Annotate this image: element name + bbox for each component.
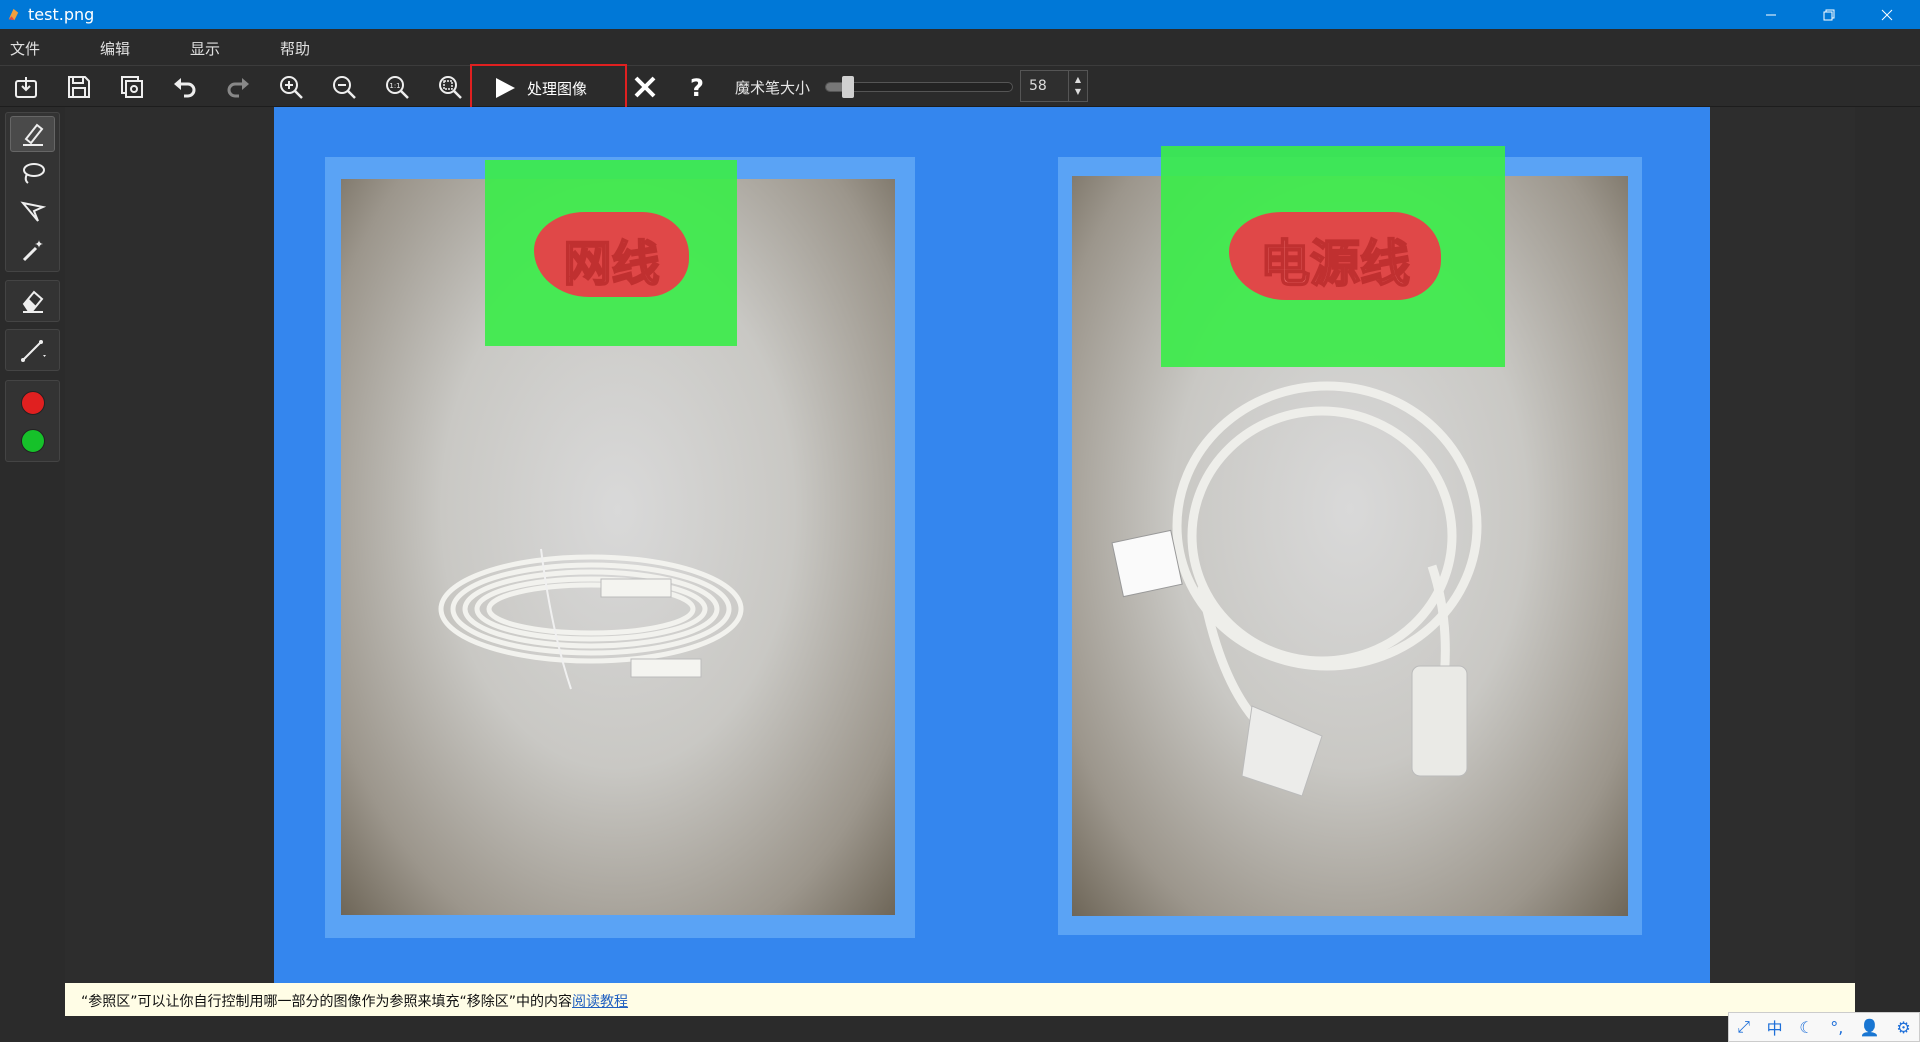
polygon-lasso-icon bbox=[19, 201, 46, 222]
zoom-fit-icon bbox=[439, 76, 462, 99]
power-cable bbox=[1111, 381, 1482, 797]
right-label: 电源线 bbox=[1259, 234, 1411, 294]
network-cable bbox=[438, 548, 744, 690]
spin-arrows[interactable]: ▲ ▼ bbox=[1068, 71, 1087, 101]
image-canvas[interactable]: 网线 电源线 bbox=[274, 107, 1710, 983]
process-image-label: 处理图像 bbox=[527, 79, 588, 98]
left-remove-area[interactable]: 网线 bbox=[534, 212, 689, 297]
menu-edit[interactable]: 编辑 bbox=[100, 38, 130, 59]
close-x-icon bbox=[634, 76, 656, 98]
redo-button[interactable] bbox=[221, 70, 255, 104]
lasso-tool[interactable] bbox=[10, 155, 55, 191]
line-group bbox=[5, 329, 60, 371]
eraser-tool[interactable] bbox=[10, 283, 55, 319]
svg-text:?: ? bbox=[690, 74, 704, 100]
process-image-button[interactable]: 处理图像 bbox=[470, 64, 627, 112]
ime-mode[interactable]: 中 bbox=[1767, 1015, 1783, 1039]
menu-file[interactable]: 文件 bbox=[10, 38, 40, 59]
cancel-button[interactable] bbox=[627, 70, 663, 104]
polygon-tool[interactable] bbox=[10, 194, 55, 230]
settings-icon[interactable]: ⚙ bbox=[1896, 1018, 1910, 1037]
help-button[interactable]: ? bbox=[680, 70, 714, 104]
magic-wand-tool[interactable]: ✦ bbox=[10, 233, 55, 269]
restore-icon bbox=[1823, 9, 1835, 20]
app-icon bbox=[8, 8, 19, 21]
zoom-actual-button[interactable]: 1:1 bbox=[380, 70, 414, 104]
bottom-strip bbox=[0, 1016, 1920, 1042]
window-title: test.png bbox=[28, 5, 95, 24]
line-tool[interactable] bbox=[10, 332, 55, 368]
color-group bbox=[5, 380, 60, 462]
eraser-group bbox=[5, 280, 60, 322]
moon-icon[interactable]: ☾ bbox=[1799, 1018, 1813, 1037]
play-icon bbox=[496, 78, 515, 98]
lasso-icon bbox=[22, 163, 45, 184]
brush-tool[interactable] bbox=[10, 116, 55, 152]
close-icon bbox=[1881, 9, 1893, 20]
title-bar: test.png bbox=[0, 0, 1920, 29]
menu-view[interactable]: 显示 bbox=[190, 38, 220, 59]
zoom-out-button[interactable] bbox=[327, 70, 361, 104]
minimize-button[interactable] bbox=[1742, 0, 1800, 29]
right-remove-area[interactable]: 电源线 bbox=[1229, 212, 1441, 300]
magic-wand-icon: ✦ bbox=[22, 238, 43, 262]
open-icon bbox=[15, 77, 37, 98]
zoom-out-icon bbox=[333, 76, 356, 99]
punctuation-icon[interactable]: °, bbox=[1830, 1018, 1843, 1037]
user-icon[interactable]: 👤 bbox=[1860, 1018, 1880, 1037]
ime-switch-icon[interactable]: ⤢ bbox=[1737, 1017, 1750, 1037]
svg-text:✦: ✦ bbox=[34, 238, 43, 251]
close-window-button[interactable] bbox=[1858, 0, 1916, 29]
red-dot-icon bbox=[20, 391, 45, 415]
hint-bar: “参照区”可以让你自行控制用哪一部分的图像作为参照来填充“移除区”中的内容阅读教… bbox=[65, 983, 1855, 1016]
zoom-in-icon bbox=[280, 76, 303, 99]
undo-icon bbox=[174, 78, 196, 98]
remove-area-color[interactable] bbox=[10, 385, 55, 421]
copy-icon bbox=[121, 76, 143, 98]
brush-size-slider-thumb[interactable] bbox=[842, 76, 854, 98]
green-dot-icon bbox=[20, 429, 45, 453]
undo-button[interactable] bbox=[168, 70, 202, 104]
svg-text:1:1: 1:1 bbox=[389, 82, 400, 90]
tool-panel: ✦ bbox=[5, 112, 60, 462]
open-button[interactable] bbox=[9, 70, 43, 104]
menu-bar: 文件 编辑 显示 帮助 bbox=[0, 29, 1920, 66]
zoom-actual-icon: 1:1 bbox=[386, 76, 409, 99]
minimize-icon bbox=[1766, 14, 1776, 15]
marker-pen-icon bbox=[22, 123, 43, 146]
redo-icon bbox=[227, 78, 249, 98]
tutorial-link[interactable]: 阅读教程 bbox=[572, 994, 628, 1010]
hint-message: “参照区”可以让你自行控制用哪一部分的图像作为参照来填充“移除区”中的内容 bbox=[81, 994, 573, 1010]
spin-down-icon[interactable]: ▼ bbox=[1075, 86, 1081, 98]
question-icon: ? bbox=[690, 74, 704, 100]
spin-up-icon[interactable]: ▲ bbox=[1075, 74, 1081, 86]
menu-help[interactable]: 帮助 bbox=[280, 38, 310, 59]
restore-button[interactable] bbox=[1800, 0, 1858, 29]
save-button[interactable] bbox=[62, 70, 96, 104]
brush-size-spinbox[interactable]: 58 ▲ ▼ bbox=[1020, 70, 1088, 102]
eraser-icon bbox=[22, 290, 43, 313]
brush-size-label: 魔术笔大小 bbox=[735, 79, 811, 97]
brush-size-value[interactable]: 58 bbox=[1029, 78, 1047, 94]
save-icon bbox=[68, 76, 90, 98]
line-icon bbox=[20, 340, 46, 362]
reference-area-color[interactable] bbox=[10, 423, 55, 459]
left-label: 网线 bbox=[562, 235, 660, 293]
zoom-in-button[interactable] bbox=[274, 70, 308, 104]
selection-tools: ✦ bbox=[5, 112, 60, 272]
save-as-button[interactable] bbox=[115, 70, 149, 104]
ime-toolbar: ⤢ 中 ☾ °, 👤 ⚙ bbox=[1728, 1012, 1920, 1042]
zoom-fit-button[interactable] bbox=[433, 70, 467, 104]
